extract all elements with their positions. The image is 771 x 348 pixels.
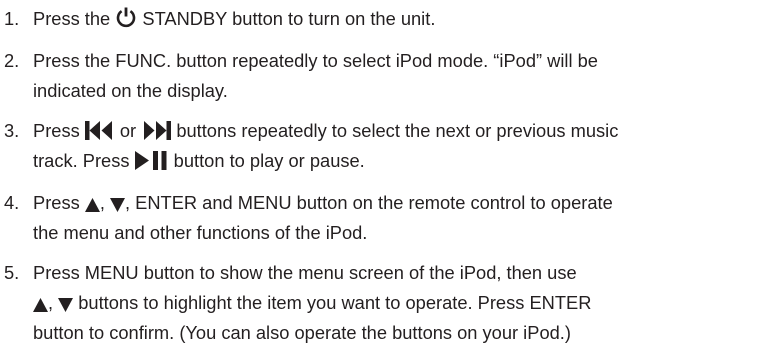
skip-back-icon bbox=[84, 121, 115, 140]
text-line: Press , , ENTER and MENU button on the r… bbox=[33, 188, 771, 218]
up-triangle-icon bbox=[84, 198, 100, 212]
text-line: Press the STANDBY button to turn on the … bbox=[33, 4, 771, 34]
text-line: track. Press button to play or pause. bbox=[33, 146, 771, 176]
text-run: the menu and other functions of the iPod… bbox=[33, 222, 368, 243]
text-run: , ENTER and MENU button on the remote co… bbox=[124, 192, 613, 213]
text-run: Press bbox=[33, 192, 85, 213]
text-run: STANDBY button to turn on the unit. bbox=[137, 8, 436, 29]
step-text: Press , , ENTER and MENU button on the r… bbox=[33, 188, 771, 248]
text-run: Press the bbox=[33, 8, 116, 29]
skip-forward-icon bbox=[141, 121, 172, 140]
up-triangle-icon bbox=[33, 298, 48, 312]
play-pause-icon bbox=[134, 151, 169, 170]
text-run: Press MENU button to show the menu scree… bbox=[33, 262, 577, 283]
text-line: button to confirm. (You can also operate… bbox=[33, 318, 771, 348]
text-run: or bbox=[114, 120, 142, 141]
step-text: Press MENU button to show the menu scree… bbox=[33, 258, 771, 348]
power-icon bbox=[115, 6, 137, 28]
down-triangle-icon bbox=[109, 198, 125, 212]
step-text: Press or buttons repeatedly to select th… bbox=[33, 116, 771, 176]
text-run: button to confirm. (You can also operate… bbox=[33, 322, 571, 343]
text-run: buttons to highlight the item you want t… bbox=[73, 292, 592, 313]
text-run: indicated on the display. bbox=[33, 80, 228, 101]
text-line: Press or buttons repeatedly to select th… bbox=[33, 116, 771, 146]
text-line: the menu and other functions of the iPod… bbox=[33, 218, 771, 248]
text-run: track. Press bbox=[33, 150, 135, 171]
step-number: 2. bbox=[4, 50, 20, 71]
step-text: Press the FUNC. button repeatedly to sel… bbox=[33, 46, 771, 106]
step-number: 1. bbox=[4, 8, 20, 29]
text-line: Press MENU button to show the menu scree… bbox=[33, 258, 771, 288]
step-number: 5. bbox=[4, 262, 20, 283]
text-run: Press the FUNC. button repeatedly to sel… bbox=[33, 50, 598, 71]
text-line: indicated on the display. bbox=[33, 76, 771, 106]
text-run: , bbox=[48, 292, 59, 313]
text-run: button to play or pause. bbox=[168, 150, 365, 171]
text-line: Press the FUNC. button repeatedly to sel… bbox=[33, 46, 771, 76]
text-run: buttons repeatedly to select the next or… bbox=[171, 120, 619, 141]
step-number: 4. bbox=[4, 192, 20, 213]
step-number: 3. bbox=[4, 120, 20, 141]
text-line: , buttons to highlight the item you want… bbox=[33, 288, 771, 318]
text-run: Press bbox=[33, 120, 85, 141]
text-run: , bbox=[99, 192, 110, 213]
step-text: Press the STANDBY button to turn on the … bbox=[33, 4, 771, 34]
down-triangle-icon bbox=[58, 298, 74, 312]
